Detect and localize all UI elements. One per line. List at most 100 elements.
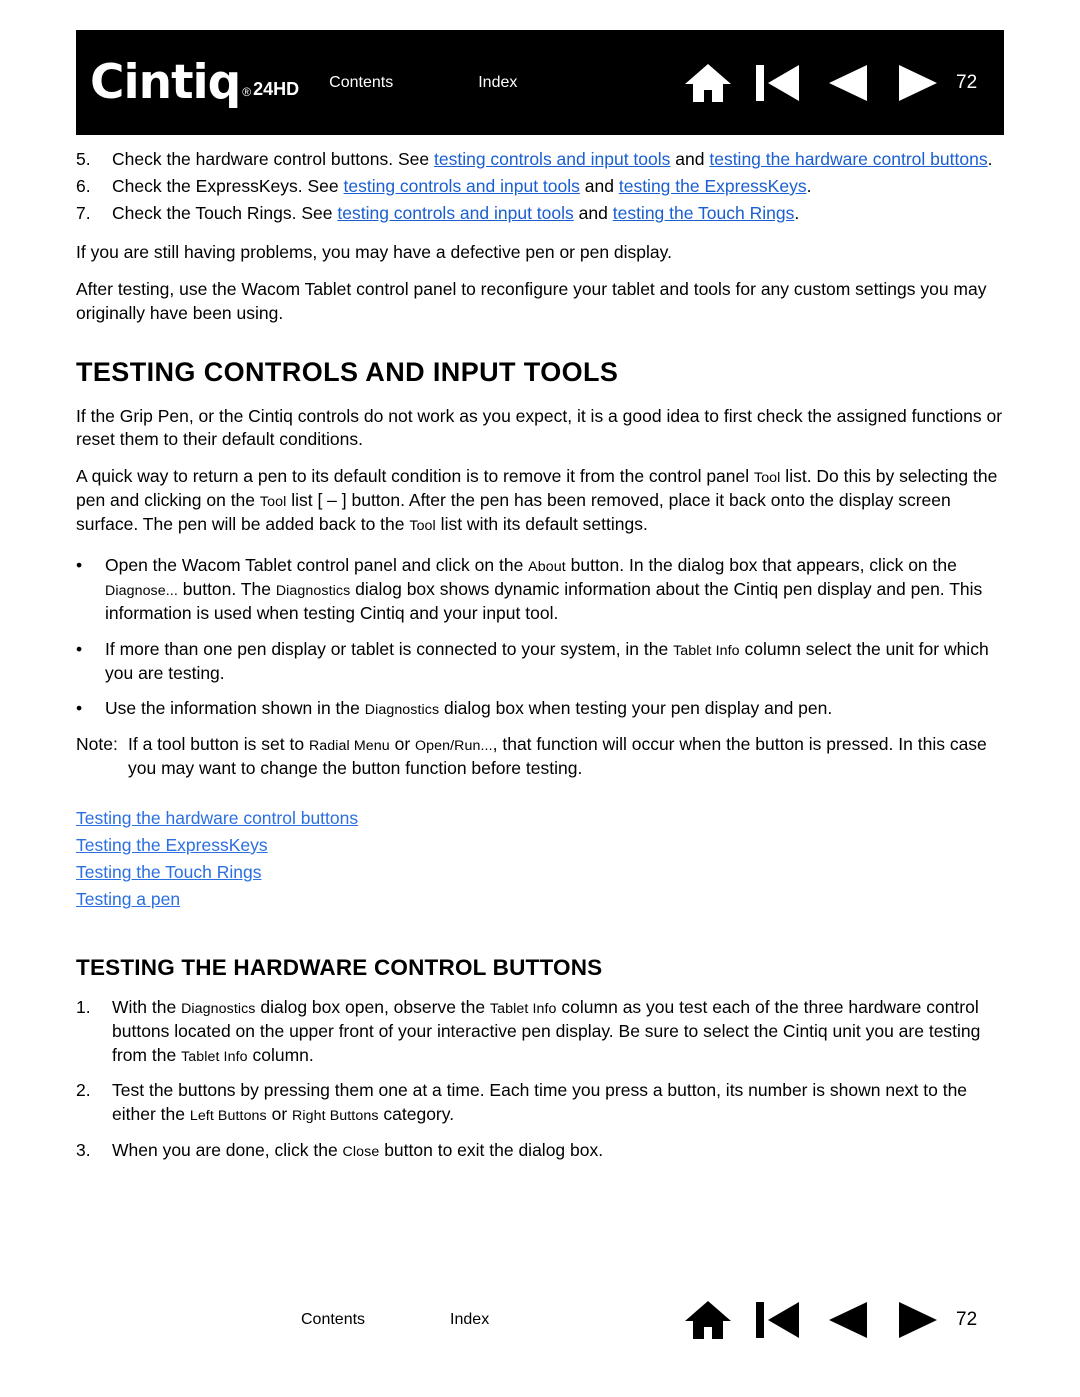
substep1-text-2: dialog box open, observe the — [255, 996, 490, 1017]
footer-nav-icons: 72 — [666, 1290, 990, 1350]
link-testing-controls-input-tools[interactable]: testing controls and input tools — [344, 176, 580, 196]
step-number: 6. — [76, 175, 91, 196]
smallcaps-close: Close — [342, 1143, 380, 1160]
link-testing-expresskeys[interactable]: testing the ExpressKeys — [619, 176, 807, 196]
smallcaps-diagnose: Diagnose... — [105, 583, 178, 600]
list-item-step-7: 7. Check the Touch Rings. See testing co… — [76, 202, 1004, 226]
header-index-link[interactable]: Index — [478, 74, 517, 92]
link-testing-the-touch-rings[interactable]: Testing the Touch Rings — [76, 859, 1004, 886]
step-text: Check the Touch Rings. See testing contr… — [112, 202, 1004, 226]
smallcaps-tablet-info: Tablet Info — [489, 1000, 557, 1017]
page-title: TESTING CONTROLS AND INPUT TOOLS — [76, 356, 619, 387]
bullet2-text-1: If more than one pen display or tablet i… — [105, 638, 674, 659]
previous-page-icon[interactable] — [820, 60, 876, 106]
link-testing-the-expresskeys[interactable]: Testing the ExpressKeys — [76, 832, 1004, 859]
first-page-icon[interactable] — [750, 1297, 806, 1343]
substep2-text-3: category. — [378, 1104, 455, 1125]
step7-text-1: Check the Touch Rings. See — [112, 202, 338, 223]
next-page-icon[interactable] — [890, 1297, 946, 1343]
first-page-icon[interactable] — [750, 60, 806, 106]
link-testing-the-hardware-control-buttons[interactable]: Testing the hardware control buttons — [76, 805, 1004, 832]
smallcaps-tool-2: Tool — [259, 493, 287, 510]
step-text: Test the buttons by pressing them one at… — [112, 1079, 1004, 1127]
note-text-2: or — [389, 734, 416, 755]
brand-name: Cintiq — [90, 55, 241, 110]
substep3-text-2: button to exit the dialog box. — [379, 1139, 604, 1160]
step-number: 2. — [76, 1080, 91, 1101]
home-icon[interactable] — [680, 1297, 736, 1343]
link-testing-controls-input-tools[interactable]: testing controls and input tools — [434, 149, 670, 169]
link-testing-hardware-control-buttons[interactable]: testing the hardware control buttons — [709, 149, 987, 169]
step6-text-3: . — [806, 175, 812, 196]
list-item-sub-step-3: 3. When you are done, click the Close bu… — [76, 1139, 1004, 1163]
step6-text-1: Check the ExpressKeys. See — [112, 175, 344, 196]
footer-contents-link[interactable]: Contents — [301, 1311, 365, 1329]
step5-text-1: Check the hardware control buttons. See — [112, 149, 434, 169]
list-item-bullet-3: • Use the information shown in the Diagn… — [76, 697, 1004, 721]
substep1-text-4: column. — [247, 1044, 314, 1065]
bullet1-text-1: Open the Wacom Tablet control panel and … — [105, 555, 529, 576]
link-testing-controls-input-tools[interactable]: testing controls and input tools — [337, 203, 573, 223]
smallcaps-about: About — [528, 559, 566, 576]
page-footer: Contents Index 72 — [76, 1290, 1004, 1350]
header-page-number: 72 — [956, 71, 978, 93]
footer-page-number: 72 — [956, 1309, 978, 1330]
step-text: Check the ExpressKeys. See testing contr… — [112, 175, 1004, 199]
bullet-text: If more than one pen display or tablet i… — [105, 638, 1004, 686]
cintiq-logo: Cintiq ® 24HD — [90, 59, 299, 106]
smallcaps-tool-3: Tool — [409, 517, 436, 534]
step-number: 3. — [76, 1139, 91, 1160]
smallcaps-radial-menu: Radial Menu — [308, 738, 390, 755]
model-name: 24HD — [253, 79, 300, 99]
step-text: Check the hardware control buttons. See … — [112, 148, 1004, 172]
step-number: 5. — [76, 149, 91, 169]
paragraph-grip-pen: If the Grip Pen, or the Cintiq controls … — [76, 405, 1003, 450]
link-testing-a-pen[interactable]: Testing a pen — [76, 886, 1004, 913]
paragraph-defective-pen: If you are still having problems, you ma… — [76, 242, 672, 263]
smallcaps-diagnostics: Diagnostics — [181, 1000, 256, 1017]
step7-text-2: and — [573, 202, 613, 223]
step-number: 1. — [76, 996, 91, 1017]
step-number: 7. — [76, 202, 91, 223]
bullet3-text-1: Use the information shown in the — [105, 698, 365, 719]
list-item-bullet-1: • Open the Wacom Tablet control panel an… — [76, 554, 1004, 625]
substep3-text-1: When you are done, click the — [112, 1139, 343, 1160]
list-item-step-6: 6. Check the ExpressKeys. See testing co… — [76, 175, 1004, 199]
previous-page-icon[interactable] — [820, 1297, 876, 1343]
footer-index-link[interactable]: Index — [450, 1311, 489, 1329]
paragraph-after-testing: After testing, use the Wacom Tablet cont… — [76, 279, 987, 323]
home-icon[interactable] — [680, 60, 736, 106]
note-text: If a tool button is set to Radial Menu o… — [128, 733, 1004, 781]
bullet1-text-3: button. The — [177, 579, 276, 600]
step5-text-2: and — [670, 149, 710, 169]
related-links-list: Testing the hardware control buttons Tes… — [76, 805, 1004, 914]
bullet-icon: • — [76, 555, 83, 576]
bullet-icon: • — [76, 698, 83, 719]
list-item-step-5: 5. Check the hardware control buttons. S… — [76, 148, 1004, 172]
document-content: 5. Check the hardware control buttons. S… — [76, 148, 1004, 1166]
smallcaps-tablet-info: Tablet Info — [673, 642, 740, 659]
smallcaps-left-buttons: Left Buttons — [189, 1108, 267, 1125]
step-text: When you are done, click the Close butto… — [112, 1139, 1004, 1163]
smallcaps-tablet-info: Tablet Info — [181, 1048, 248, 1065]
smallcaps-diagnostics: Diagnostics — [364, 702, 440, 719]
note-text-1: If a tool button is set to — [128, 734, 309, 755]
step7-text-3: . — [794, 202, 800, 223]
substep2-text-2: or — [266, 1104, 293, 1125]
next-page-icon[interactable] — [890, 60, 946, 106]
smallcaps-diagnostics: Diagnostics — [275, 583, 351, 600]
registered-trademark-icon: ® — [242, 85, 252, 99]
step5-text-3: . — [987, 149, 993, 169]
quickway-text-1: A quick way to return a pen to its defau… — [76, 466, 754, 487]
step6-text-2: and — [579, 175, 619, 196]
subsection-title: TESTING THE HARDWARE CONTROL BUTTONS — [76, 955, 603, 981]
substep1-text-1: With the — [112, 996, 182, 1017]
quickway-text-4: list with its default settings. — [435, 513, 648, 534]
link-testing-touch-rings[interactable]: testing the Touch Rings — [613, 203, 795, 223]
header-nav-icons: 72 — [666, 30, 990, 135]
header-contents-link[interactable]: Contents — [329, 74, 393, 92]
smallcaps-right-buttons: Right Buttons — [292, 1108, 379, 1125]
note-label: Note: — [76, 734, 118, 755]
list-item-bullet-2: • If more than one pen display or tablet… — [76, 638, 1004, 686]
list-item-sub-step-2: 2. Test the buttons by pressing them one… — [76, 1079, 1004, 1127]
